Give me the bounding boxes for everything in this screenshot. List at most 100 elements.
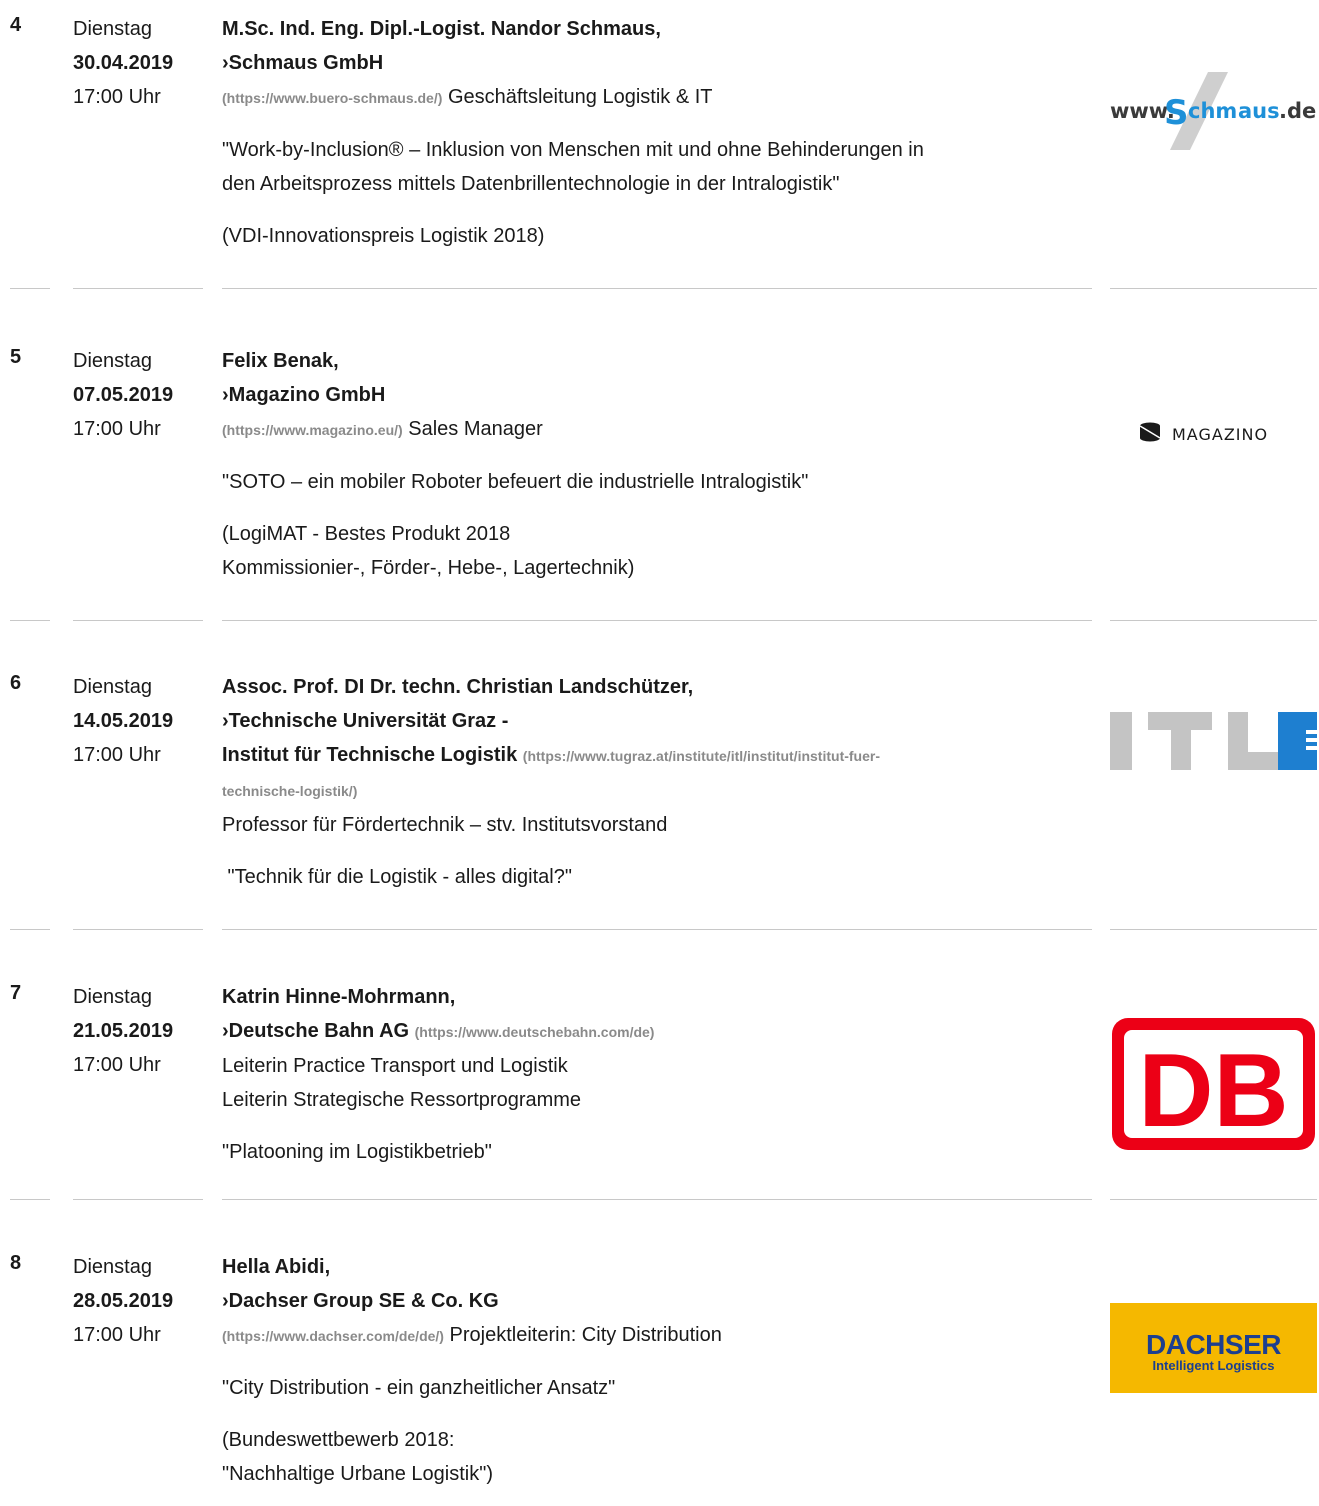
separator bbox=[73, 1199, 203, 1200]
talk-title: "Platooning im Logistikbetrieb" bbox=[222, 1141, 492, 1163]
company-url-link-cont[interactable]: technische-logistik/) bbox=[222, 783, 357, 799]
date: 21.05.2019 bbox=[73, 1020, 174, 1042]
company-link-line-2[interactable]: Institut für Technische Logistik bbox=[222, 744, 517, 766]
dachser-logo-text: DACHSER bbox=[1146, 1329, 1281, 1360]
svg-text:.de: .de bbox=[1279, 99, 1316, 123]
separator bbox=[222, 929, 1092, 930]
separator bbox=[10, 288, 50, 289]
talk-title: "SOTO – ein mobiler Roboter befeuert die… bbox=[222, 471, 809, 493]
company-link[interactable]: Schmaus GmbH bbox=[229, 52, 383, 74]
schmaus-logo[interactable]: www. S chm aus .de bbox=[1110, 72, 1317, 152]
db-logo-text: DB bbox=[1138, 1033, 1288, 1149]
speaker-name: M.Sc. Ind. Eng. Dipl.-Logist. Nandor Sch… bbox=[222, 18, 661, 40]
entry-number: 4 bbox=[10, 14, 22, 36]
separator bbox=[73, 620, 203, 621]
talk-title: "City Distribution - ein ganzheitlicher … bbox=[222, 1377, 616, 1399]
date: 14.05.2019 bbox=[73, 710, 174, 732]
separator bbox=[73, 929, 203, 930]
date: 07.05.2019 bbox=[73, 384, 174, 406]
speaker-role: Projektleiterin: City Distribution bbox=[449, 1324, 722, 1346]
entry-date-block: Dienstag 28.05.2019 17:00 Uhr bbox=[73, 1250, 213, 1352]
talk-title-line-2: den Arbeitsprozess mittels Datenbrillent… bbox=[222, 173, 840, 195]
separator bbox=[1110, 620, 1317, 621]
award-note-line-2: "Nachhaltige Urbane Logistik") bbox=[222, 1463, 494, 1485]
separator bbox=[73, 288, 203, 289]
chevron-right-icon: › bbox=[222, 1290, 229, 1312]
talk-title-line-1: "Work-by-Inclusion® – Inklusion von Mens… bbox=[222, 139, 924, 161]
entry-details: Hella Abidi, ›Dachser Group SE & Co. KG … bbox=[222, 1250, 1092, 1491]
company-link[interactable]: Dachser Group SE & Co. KG bbox=[229, 1290, 499, 1312]
itl-logo-graphic bbox=[1110, 712, 1317, 770]
weekday: Dienstag bbox=[73, 1256, 152, 1278]
award-note-line-1: (Bundeswettbewerb 2018: bbox=[222, 1429, 455, 1451]
entry-details: Assoc. Prof. DI Dr. techn. Christian Lan… bbox=[222, 670, 1092, 894]
separator bbox=[1110, 929, 1317, 930]
separator bbox=[1110, 1199, 1317, 1200]
entry-details: Felix Benak, ›Magazino GmbH (https://www… bbox=[222, 344, 1092, 585]
entry-date-block: Dienstag 14.05.2019 17:00 Uhr bbox=[73, 670, 213, 772]
entry-date-block: Dienstag 21.05.2019 17:00 Uhr bbox=[73, 980, 213, 1082]
company-url-link[interactable]: (https://www.dachser.com/de/de/) bbox=[222, 1328, 444, 1344]
dachser-logo-graphic: DACHSER Intelligent Logistics bbox=[1146, 1329, 1282, 1373]
company-url-link[interactable]: (https://www.buero-schmaus.de/) bbox=[222, 90, 442, 106]
entry-number: 6 bbox=[10, 672, 22, 694]
award-note-line-2: Kommissionier-, Förder-, Hebe-, Lagertec… bbox=[222, 557, 635, 579]
separator bbox=[10, 620, 50, 621]
chevron-right-icon: › bbox=[222, 384, 229, 406]
time: 17:00 Uhr bbox=[73, 1054, 161, 1076]
weekday: Dienstag bbox=[73, 986, 152, 1008]
dachser-logo-tagline: Intelligent Logistics bbox=[1152, 1358, 1274, 1373]
entry-details: Katrin Hinne-Mohrmann, ›Deutsche Bahn AG… bbox=[222, 980, 1092, 1169]
svg-text:S: S bbox=[1164, 93, 1189, 133]
company-url-link[interactable]: (https://www.deutschebahn.com/de) bbox=[415, 1024, 655, 1040]
separator bbox=[222, 1199, 1092, 1200]
weekday: Dienstag bbox=[73, 350, 152, 372]
entry-date-block: Dienstag 30.04.2019 17:00 Uhr bbox=[73, 12, 213, 114]
chevron-right-icon: › bbox=[222, 710, 229, 732]
time: 17:00 Uhr bbox=[73, 1324, 161, 1346]
time: 17:00 Uhr bbox=[73, 418, 161, 440]
chevron-right-icon: › bbox=[222, 52, 229, 74]
entry-date-block: Dienstag 07.05.2019 17:00 Uhr bbox=[73, 344, 213, 446]
speaker-role-line-2: Leiterin Strategische Ressortprogramme bbox=[222, 1089, 582, 1111]
speaker-role-line-1: Leiterin Practice Transport und Logistik bbox=[222, 1055, 568, 1077]
company-link[interactable]: Technische Universität Graz - bbox=[229, 710, 509, 732]
db-logo-graphic: DB bbox=[1112, 1018, 1315, 1150]
weekday: Dienstag bbox=[73, 18, 152, 40]
entry-number: 5 bbox=[10, 346, 22, 368]
speaker-name: Felix Benak, bbox=[222, 350, 339, 372]
speaker-name: Hella Abidi, bbox=[222, 1256, 331, 1278]
award-note-line-1: (LogiMAT - Bestes Produkt 2018 bbox=[222, 523, 511, 545]
speaker-name: Katrin Hinne-Mohrmann, bbox=[222, 986, 456, 1008]
magazino-logo-text: MAGAZINO bbox=[1172, 425, 1268, 444]
magazino-logo[interactable]: MAGAZINO bbox=[1110, 412, 1317, 456]
db-logo[interactable]: DB bbox=[1110, 1016, 1317, 1152]
schmaus-logo-graphic: www. S chm aus .de bbox=[1110, 72, 1316, 150]
award-note: (VDI-Innovationspreis Logistik 2018) bbox=[222, 225, 545, 247]
entry-number: 7 bbox=[10, 982, 22, 1004]
company-link[interactable]: Deutsche Bahn AG bbox=[229, 1020, 409, 1042]
dachser-logo[interactable]: DACHSER Intelligent Logistics bbox=[1110, 1303, 1317, 1393]
magazino-logo-graphic: MAGAZINO bbox=[1139, 422, 1268, 444]
date: 28.05.2019 bbox=[73, 1290, 174, 1312]
company-url-link[interactable]: (https://www.magazino.eu/) bbox=[222, 422, 403, 438]
itl-logo[interactable] bbox=[1110, 712, 1317, 770]
speaker-role: Sales Manager bbox=[408, 418, 543, 440]
svg-text:chm: chm bbox=[1188, 99, 1237, 123]
separator bbox=[10, 1199, 50, 1200]
separator bbox=[222, 288, 1092, 289]
company-url-link[interactable]: (https://www.tugraz.at/institute/itl/ins… bbox=[523, 748, 880, 764]
speaker-role: Geschäftsleitung Logistik & IT bbox=[447, 86, 713, 108]
talk-title: "Technik für die Logistik - alles digita… bbox=[222, 866, 572, 888]
separator bbox=[1110, 288, 1317, 289]
entry-details: M.Sc. Ind. Eng. Dipl.-Logist. Nandor Sch… bbox=[222, 12, 1092, 253]
svg-text:aus: aus bbox=[1238, 99, 1280, 123]
separator bbox=[222, 620, 1092, 621]
weekday: Dienstag bbox=[73, 676, 152, 698]
speaker-name: Assoc. Prof. DI Dr. techn. Christian Lan… bbox=[222, 676, 694, 698]
entry-number: 8 bbox=[10, 1252, 22, 1274]
time: 17:00 Uhr bbox=[73, 86, 161, 108]
separator bbox=[10, 929, 50, 930]
speaker-role: Professor für Fördertechnik – stv. Insti… bbox=[222, 814, 668, 836]
company-link[interactable]: Magazino GmbH bbox=[229, 384, 386, 406]
